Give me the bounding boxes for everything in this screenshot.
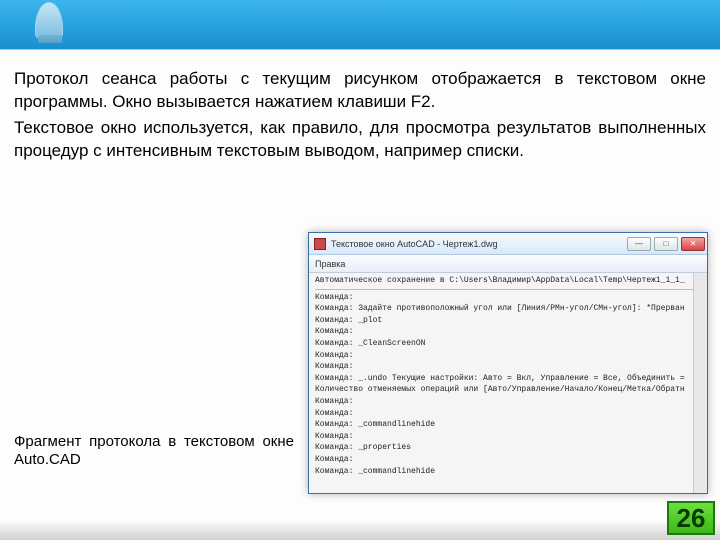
- console-line: Команда:: [315, 350, 701, 362]
- page-number: 26: [667, 501, 715, 535]
- console-line: Команда: _CleanScreenON: [315, 338, 701, 350]
- console-line: Команда: Задайте противоположный угол ил…: [315, 303, 701, 315]
- bottom-shadow: [0, 520, 720, 540]
- console-line: Команда:: [315, 454, 701, 466]
- console-line: Команда: _.undo Текущие настройки: Авто …: [315, 373, 701, 385]
- close-button[interactable]: ✕: [681, 237, 705, 251]
- console-line: Команда: _plot: [315, 315, 701, 327]
- console-line: Команда:: [315, 431, 701, 443]
- console-line: Количество отменяемых операций или [Авто…: [315, 384, 701, 396]
- autocad-text-window: Текстовое окно AutoCAD - Чертеж1.dwg — □…: [308, 232, 708, 494]
- maximize-button[interactable]: □: [654, 237, 678, 251]
- console-line: Автоматическое сохранение в C:\Users\Вла…: [315, 275, 701, 290]
- console-line: Команда:: [315, 326, 701, 338]
- logo: [35, 2, 67, 50]
- vertical-scrollbar[interactable]: [693, 273, 707, 493]
- header-bar: [0, 0, 720, 50]
- menu-bar: Правка: [309, 255, 707, 273]
- console-line: Команда:: [315, 408, 701, 420]
- title-bar: Текстовое окно AutoCAD - Чертеж1.dwg — □…: [309, 233, 707, 255]
- logo-shape: [35, 2, 63, 38]
- paragraph-2: Текстовое окно используется, как правило…: [14, 117, 706, 163]
- paragraph-1: Протокол сеанса работы с текущим рисунко…: [14, 68, 706, 114]
- console-line: Команда: _commandlinehide: [315, 466, 701, 478]
- window-title: Текстовое окно AutoCAD - Чертеж1.dwg: [331, 239, 627, 249]
- menu-edit[interactable]: Правка: [315, 259, 345, 269]
- console-line: Команда: _properties: [315, 442, 701, 454]
- app-icon: [314, 238, 326, 250]
- console-line: Команда:: [315, 361, 701, 373]
- console-area: Автоматическое сохранение в C:\Users\Вла…: [309, 273, 707, 493]
- minimize-button[interactable]: —: [627, 237, 651, 251]
- console-line: Команда:: [315, 292, 701, 304]
- caption-text: Фрагмент протокола в текстовом окне Auto…: [14, 433, 294, 471]
- console-line: Команда: _commandlinehide: [315, 419, 701, 431]
- slide-content: Протокол сеанса работы с текущим рисунко…: [0, 50, 720, 163]
- window-controls: — □ ✕: [627, 237, 705, 251]
- console-line: Команда:: [315, 396, 701, 408]
